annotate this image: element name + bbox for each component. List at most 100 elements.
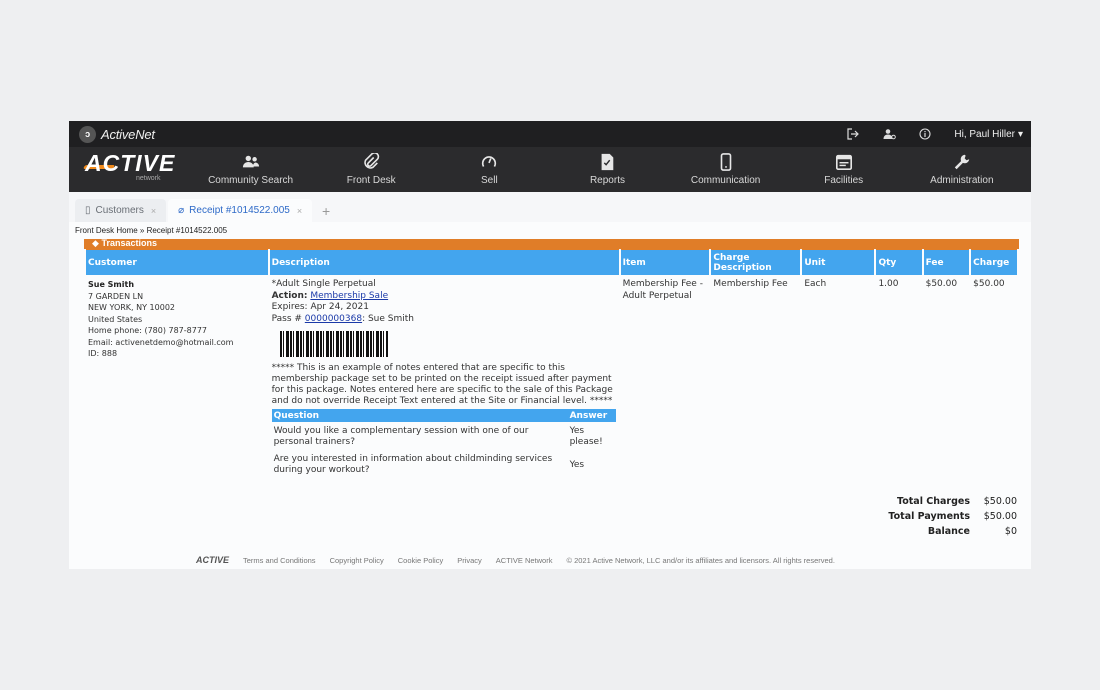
pass-line: Pass # 0000000368: Sue Smith (272, 314, 617, 326)
footer: ACTIVE Terms and Conditions Copyright Po… (196, 555, 835, 565)
user-settings-icon[interactable] (882, 127, 896, 141)
receipt-notes: ***** This is an example of notes entere… (271, 363, 613, 406)
total-value: $50.00 (983, 511, 1017, 522)
table-header-row: Customer Description Item Charge Descrip… (86, 249, 1017, 275)
total-payments-row: Total Payments $50.00 (850, 509, 1017, 524)
answer-text: Yes please! (569, 426, 603, 447)
total-value: $50.00 (983, 496, 1017, 507)
close-icon[interactable]: × (151, 206, 156, 216)
nav-label: Administration (930, 175, 994, 186)
question-row: Are you interested in information about … (272, 450, 616, 478)
tab-label: Customers (95, 205, 144, 216)
footer-link-cookie[interactable]: Cookie Policy (398, 556, 443, 565)
add-tab-button[interactable]: + (314, 199, 338, 222)
paperclip-icon (364, 153, 380, 169)
nav-facilities[interactable]: Facilities (804, 153, 884, 186)
charge-cell: $50.00 (973, 279, 1005, 289)
unit-cell: Each (804, 279, 827, 289)
mobile-icon: ▯ (85, 205, 91, 216)
total-value: $0 (1004, 526, 1017, 537)
user-menu[interactable]: Hi, Paul Hiller ▾ (954, 129, 1023, 140)
close-icon[interactable]: × (297, 206, 302, 216)
total-label: Total Charges (897, 496, 970, 507)
logo-main: ACTIVE (85, 150, 176, 176)
active-network-logo[interactable]: ACTIVE network (69, 147, 189, 192)
wrench-icon (954, 154, 970, 170)
barcode-image (279, 331, 388, 357)
nav-label: Sell (481, 175, 498, 186)
tab-customers[interactable]: ▯ Customers × (75, 199, 167, 222)
brand[interactable]: ↄ ActiveNet (79, 125, 155, 143)
customer-city: NEW YORK, NY 10002 (88, 303, 175, 312)
top-bar: ↄ ActiveNet Hi, Paul Hiller ▾ (69, 121, 1031, 147)
tab-receipt[interactable]: ⌀ Receipt #1014522.005 × (168, 199, 313, 222)
diamond-icon: ◆ (92, 239, 99, 248)
total-label: Total Payments (888, 511, 970, 522)
brand-name: ActiveNet (101, 126, 155, 142)
column-header: Charge Description (711, 249, 801, 275)
column-header: Qty (876, 249, 922, 275)
package-title: *Adult Single Perpetual (271, 279, 376, 289)
charge-description-cell: Membership Fee (713, 279, 788, 289)
questions-header-row: Question Answer (271, 409, 616, 422)
footer-link-copyright[interactable]: Copyright Policy (330, 556, 384, 565)
nav-front-desk[interactable]: Front Desk (331, 153, 411, 186)
pass-link[interactable]: 0000000368 (305, 314, 362, 324)
transactions-table: Customer Description Item Charge Descrip… (84, 249, 1019, 478)
footer-logo: ACTIVE (196, 555, 230, 565)
main-nav: ACTIVE network Community Search Front De… (69, 147, 1031, 192)
logo-sub: network (136, 175, 161, 182)
nav-label: Facilities (824, 175, 864, 186)
customer-phone: Home phone: (780) 787-8777 (88, 326, 208, 335)
paperclip-icon: ⌀ (178, 205, 185, 216)
question-text: Are you interested in information about … (273, 454, 553, 475)
customer-country: United States (88, 314, 143, 324)
answer-text: Yes (569, 459, 585, 470)
transactions-section-header: ◆ Transactions (84, 239, 1019, 249)
people-icon (242, 155, 259, 168)
footer-link-privacy[interactable]: Privacy (457, 556, 482, 565)
user-greeting: Hi, Paul Hiller (954, 128, 1015, 140)
info-icon[interactable] (918, 127, 932, 141)
answer-header: Answer (567, 409, 616, 422)
breadcrumb[interactable]: Front Desk Home » Receipt #1014522.005 (69, 222, 1031, 236)
description-cell: *Adult Single Perpetual Action: Membersh… (270, 275, 619, 478)
item-cell: Membership Fee - Adult Perpetual (622, 279, 703, 301)
nav-community-search[interactable]: Community Search (208, 153, 293, 186)
top-actions: Hi, Paul Hiller ▾ (846, 127, 1023, 141)
chevron-down-icon: ▾ (1017, 128, 1023, 140)
customer-address: 7 GARDEN LN (88, 291, 144, 301)
nav-label: Communication (690, 175, 761, 186)
customer-email: Email: activenetdemo@hotmail.com (88, 337, 234, 347)
fee-cell: $50.00 (925, 279, 958, 289)
action-label: Action: (271, 290, 308, 301)
column-header: Description (269, 249, 619, 275)
footer-link-terms[interactable]: Terms and Conditions (243, 556, 316, 565)
action-line: Action: Membership Sale (272, 291, 617, 303)
activenet-logo-icon: ↄ (79, 125, 96, 143)
tab-label: Receipt #1014522.005 (189, 205, 290, 216)
action-link[interactable]: Membership Sale (310, 291, 388, 301)
logout-icon[interactable] (846, 127, 860, 141)
nav-label: Reports (589, 175, 625, 186)
nav-label: Front Desk (346, 175, 396, 186)
customer-name: Sue Smith (88, 280, 135, 289)
nav-reports[interactable]: Reports (567, 153, 647, 186)
section-title: Transactions (101, 239, 157, 248)
question-row: Would you like a complementary session w… (272, 422, 616, 450)
phone-icon (720, 153, 731, 171)
questions-table: Question Answer Would you like a complem… (271, 409, 616, 478)
nav-administration[interactable]: Administration (922, 153, 1002, 186)
column-header: Item (620, 249, 710, 275)
question-text: Would you like a complementary session w… (273, 426, 529, 447)
footer-link-active-network[interactable]: ACTIVE Network (496, 556, 553, 565)
column-header: Fee (923, 249, 970, 275)
footer-copyright: © 2021 Active Network, LLC and/or its af… (566, 555, 835, 565)
report-icon (602, 153, 614, 171)
column-header: Customer (86, 249, 268, 275)
column-header: Unit (802, 249, 875, 275)
total-charges-row: Total Charges $50.00 (850, 494, 1017, 509)
gauge-icon (482, 156, 497, 167)
nav-communication[interactable]: Communication (686, 153, 766, 186)
nav-sell[interactable]: Sell (449, 153, 529, 186)
